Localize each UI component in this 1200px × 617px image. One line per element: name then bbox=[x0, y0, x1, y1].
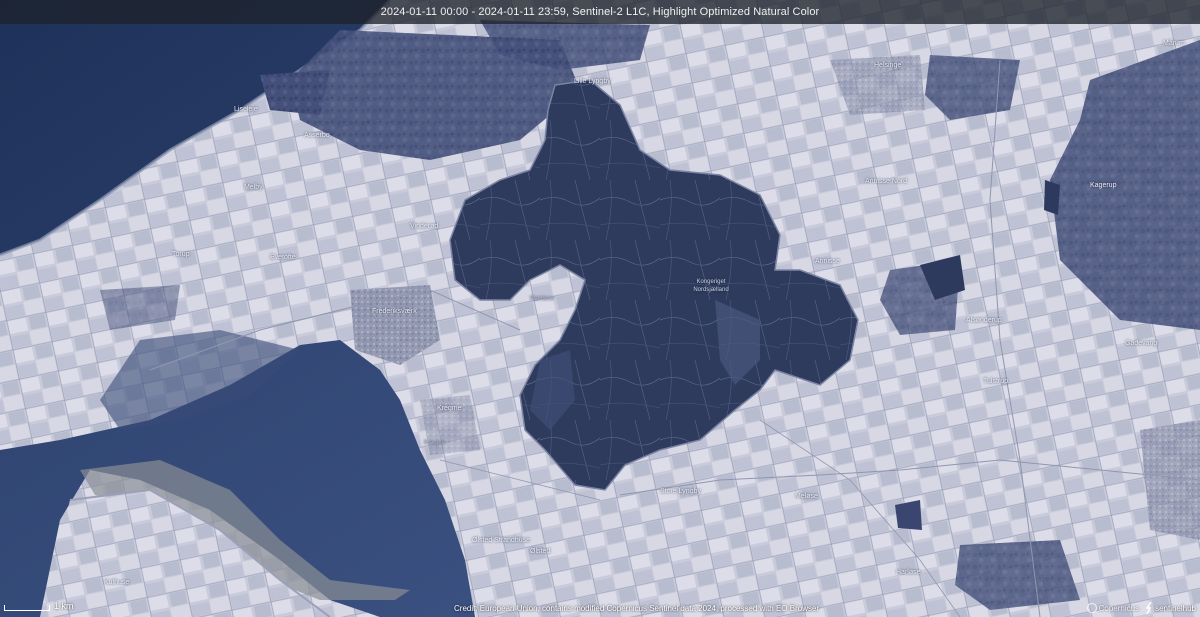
attribution-credit: Credit: European Union, contains modifie… bbox=[454, 604, 820, 613]
lake-label: Kongeriget Nordsjælland bbox=[693, 279, 729, 293]
scale-label: 1 km bbox=[54, 601, 74, 611]
sentinelhub-label: sentinelhub bbox=[1155, 603, 1196, 613]
place-label: Lille Lyngby bbox=[574, 78, 611, 85]
place-label: Mårum bbox=[1163, 40, 1185, 47]
place-label: Gadevang bbox=[1125, 340, 1158, 347]
place-label: Tulstrup bbox=[983, 378, 1009, 385]
place-label: Meløse bbox=[795, 493, 818, 500]
place-label: Ramløse bbox=[530, 296, 555, 302]
provider-logos: Copernicus sentinelhub bbox=[1086, 602, 1196, 614]
place-label: Kulhuse bbox=[104, 579, 130, 586]
place-label: Asserbo bbox=[304, 132, 330, 139]
place-label: Annisse Nord bbox=[865, 178, 908, 185]
scale-bar-graphic bbox=[4, 605, 50, 611]
place-label: Kregme bbox=[424, 440, 446, 446]
satellite-map[interactable] bbox=[0, 0, 1200, 617]
place-label: Annisse bbox=[815, 258, 840, 265]
copernicus-logo: Copernicus bbox=[1086, 603, 1140, 613]
place-label: Torup bbox=[172, 251, 190, 258]
scale-bar: 1 km bbox=[4, 599, 74, 611]
map-viewport[interactable]: 2024-01-11 00:00 - 2024-01-11 23:59, Sen… bbox=[0, 0, 1200, 617]
place-label: Ølsted Strandhuse bbox=[472, 537, 530, 544]
copernicus-label: Copernicus bbox=[1098, 603, 1140, 613]
sentinelhub-icon bbox=[1145, 602, 1152, 614]
acquisition-banner: 2024-01-11 00:00 - 2024-01-11 23:59, Sen… bbox=[0, 0, 1200, 24]
place-label: Helsinge bbox=[874, 62, 902, 69]
sentinelhub-logo: sentinelhub bbox=[1145, 602, 1196, 614]
place-label: Harløse bbox=[896, 569, 921, 576]
place-label: Kregme bbox=[437, 405, 462, 412]
place-label: Kagerup bbox=[1090, 182, 1117, 189]
copernicus-icon bbox=[1086, 603, 1097, 613]
place-label: Evetofte bbox=[270, 254, 296, 261]
place-label: Vinderød bbox=[410, 223, 439, 230]
place-label: Ølsted bbox=[530, 548, 551, 555]
place-label: Liseleje bbox=[234, 106, 258, 113]
place-label: Alsønderup bbox=[966, 317, 1002, 324]
place-label: Melby bbox=[244, 184, 263, 191]
place-label: Store Lyngby bbox=[660, 488, 701, 495]
place-label: Frederiksværk bbox=[372, 308, 417, 315]
